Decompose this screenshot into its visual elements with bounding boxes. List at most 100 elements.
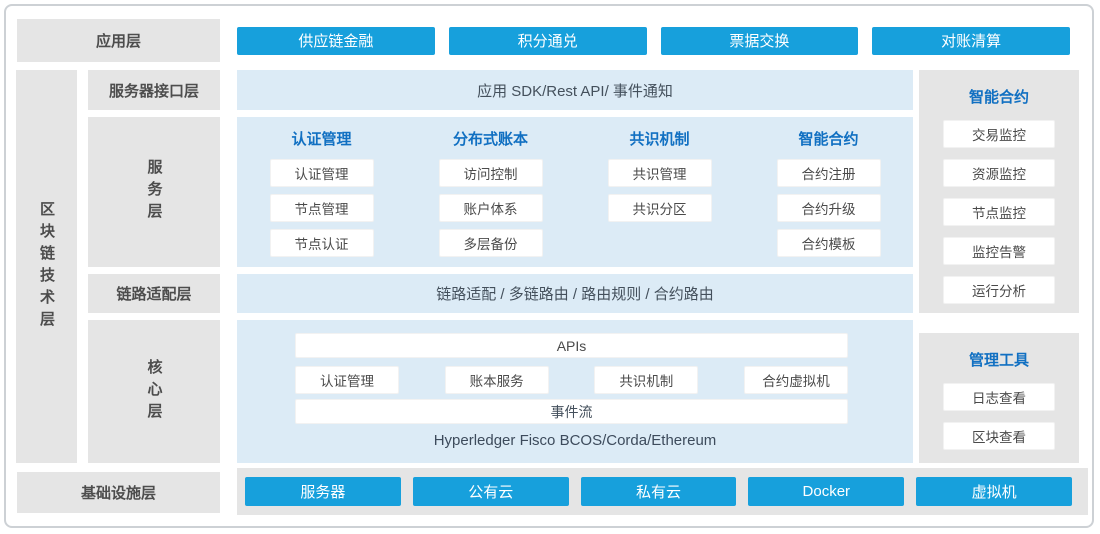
application-item-label: 票据交换 bbox=[729, 30, 789, 51]
service-item-label: 账户体系 bbox=[464, 198, 518, 218]
service-column-consensus: 共识机制 共识管理共识分区 bbox=[575, 117, 744, 267]
infrastructure-item: 私有云 bbox=[581, 477, 737, 506]
layer-label-server-interface: 服务器接口层 bbox=[88, 70, 220, 110]
application-item: 票据交换 bbox=[661, 27, 859, 55]
service-item: 节点管理 bbox=[270, 194, 374, 222]
layer-label-service-text: 服务层 bbox=[144, 159, 165, 225]
core-module-label: 共识机制 bbox=[619, 370, 673, 390]
service-item-label: 认证管理 bbox=[295, 163, 349, 183]
service-layer-box: 认证管理 认证管理节点管理节点认证 分布式账本 访问控制账户体系多层备份 共识机… bbox=[237, 117, 913, 267]
core-module-label: 认证管理 bbox=[320, 370, 374, 390]
infrastructure-item-label: 虚拟机 bbox=[972, 481, 1017, 502]
core-modules: 认证管理 账本服务 共识机制 合约虚拟机 bbox=[295, 366, 848, 392]
layer-label-infrastructure: 基础设施层 bbox=[17, 472, 220, 513]
panel-item-label: 监控告警 bbox=[972, 241, 1026, 261]
layer-label-core: 核心层 bbox=[88, 320, 220, 463]
panel-management-tools-items: 日志查看区块查看 bbox=[943, 383, 1055, 450]
layer-label-application-text: 应用层 bbox=[96, 30, 141, 51]
link-adaptation-bar: 链路适配 / 多链路由 / 路由规则 / 合约路由 bbox=[237, 274, 913, 313]
service-item-label: 访问控制 bbox=[464, 163, 518, 183]
application-item: 对账清算 bbox=[872, 27, 1070, 55]
application-item-label: 供应链金融 bbox=[298, 30, 373, 51]
service-column-auth-items: 认证管理节点管理节点认证 bbox=[270, 159, 374, 257]
layer-label-server-interface-text: 服务器接口层 bbox=[109, 80, 199, 101]
core-module: 合约虚拟机 bbox=[744, 366, 848, 394]
application-item: 积分通兑 bbox=[449, 27, 647, 55]
service-column-ledger: 分布式账本 访问控制账户体系多层备份 bbox=[406, 117, 575, 267]
service-column-auth-title: 认证管理 bbox=[291, 130, 351, 150]
panel-item: 监控告警 bbox=[943, 237, 1055, 265]
panel-item: 交易监控 bbox=[943, 120, 1055, 148]
panel-item-label: 日志查看 bbox=[972, 387, 1026, 407]
service-column-ledger-title: 分布式账本 bbox=[453, 130, 528, 150]
service-column-ledger-items: 访问控制账户体系多层备份 bbox=[439, 159, 543, 257]
panel-smart-contract: 智能合约 交易监控资源监控节点监控监控告警运行分析 bbox=[919, 70, 1079, 313]
apis-bar: APIs bbox=[295, 333, 848, 358]
core-module: 认证管理 bbox=[295, 366, 399, 394]
service-item: 共识分区 bbox=[608, 194, 712, 222]
service-item-label: 共识分区 bbox=[633, 198, 687, 218]
panel-smart-contract-items: 交易监控资源监控节点监控监控告警运行分析 bbox=[943, 120, 1055, 304]
apis-bar-text: APIs bbox=[557, 338, 587, 354]
infrastructure-items: 服务器 公有云 私有云 Docker 虚拟机 bbox=[237, 468, 1088, 515]
panel-item-label: 资源监控 bbox=[972, 163, 1026, 183]
application-item: 供应链金融 bbox=[237, 27, 435, 55]
panel-item: 日志查看 bbox=[943, 383, 1055, 411]
service-item: 访问控制 bbox=[439, 159, 543, 187]
core-module-label: 合约虚拟机 bbox=[762, 370, 830, 390]
event-stream-bar-text: 事件流 bbox=[551, 402, 593, 422]
application-items: 供应链金融 积分通兑 票据交换 对账清算 bbox=[237, 19, 1070, 62]
application-item-label: 对账清算 bbox=[941, 30, 1001, 51]
service-item: 账户体系 bbox=[439, 194, 543, 222]
service-item-label: 共识管理 bbox=[633, 163, 687, 183]
service-item: 合约模板 bbox=[777, 229, 881, 257]
service-column-smart-contract-title: 智能合约 bbox=[798, 130, 858, 150]
layer-label-blockchain-tech: 区块链技术层 bbox=[16, 70, 77, 463]
layer-label-service: 服务层 bbox=[88, 117, 220, 267]
service-column-auth: 认证管理 认证管理节点管理节点认证 bbox=[237, 117, 406, 267]
layer-label-link-adaptation: 链路适配层 bbox=[88, 274, 220, 313]
panel-item-label: 节点监控 bbox=[972, 202, 1026, 222]
infrastructure-item-label: 服务器 bbox=[300, 481, 345, 502]
service-item-label: 多层备份 bbox=[464, 233, 518, 253]
panel-item: 区块查看 bbox=[943, 422, 1055, 450]
service-item-label: 节点管理 bbox=[295, 198, 349, 218]
layer-label-infrastructure-text: 基础设施层 bbox=[81, 482, 156, 503]
service-item: 认证管理 bbox=[270, 159, 374, 187]
application-item-label: 积分通兑 bbox=[518, 30, 578, 51]
infrastructure-item-label: Docker bbox=[803, 483, 851, 500]
service-item: 多层备份 bbox=[439, 229, 543, 257]
service-column-smart-contract: 智能合约 合约注册合约升级合约模板 bbox=[744, 117, 913, 267]
panel-management-tools: 管理工具 日志查看区块查看 bbox=[919, 333, 1079, 463]
service-column-consensus-items: 共识管理共识分区 bbox=[608, 159, 712, 222]
core-layer-box: APIs 认证管理 账本服务 共识机制 合约虚拟机 事件流 Hyperledger F… bbox=[237, 320, 913, 463]
panel-item-label: 交易监控 bbox=[972, 124, 1026, 144]
service-item: 共识管理 bbox=[608, 159, 712, 187]
infrastructure-item-label: 私有云 bbox=[636, 481, 681, 502]
panel-smart-contract-title: 智能合约 bbox=[969, 86, 1029, 107]
panel-management-tools-title: 管理工具 bbox=[969, 349, 1029, 370]
panel-item: 运行分析 bbox=[943, 276, 1055, 304]
infrastructure-item: Docker bbox=[748, 477, 904, 506]
service-item-label: 节点认证 bbox=[295, 233, 349, 253]
panel-item-label: 区块查看 bbox=[972, 426, 1026, 446]
service-item-label: 合约注册 bbox=[802, 163, 856, 183]
service-column-smart-contract-items: 合约注册合约升级合约模板 bbox=[777, 159, 881, 257]
infrastructure-item: 公有云 bbox=[413, 477, 569, 506]
service-column-consensus-title: 共识机制 bbox=[629, 130, 689, 150]
service-item: 节点认证 bbox=[270, 229, 374, 257]
service-item-label: 合约模板 bbox=[802, 233, 856, 253]
platforms-text: Hyperledger Fisco BCOS/Corda/Ethereum bbox=[237, 432, 913, 449]
infrastructure-item-label: 公有云 bbox=[468, 481, 513, 502]
sdk-api-bar: 应用 SDK/Rest API/ 事件通知 bbox=[237, 70, 913, 110]
core-module-label: 账本服务 bbox=[470, 370, 524, 390]
infrastructure-item: 虚拟机 bbox=[916, 477, 1072, 506]
service-item: 合约注册 bbox=[777, 159, 881, 187]
service-item-label: 合约升级 bbox=[802, 198, 856, 218]
event-stream-bar: 事件流 bbox=[295, 399, 848, 424]
panel-item: 资源监控 bbox=[943, 159, 1055, 187]
panel-item-label: 运行分析 bbox=[972, 280, 1026, 300]
core-module: 账本服务 bbox=[445, 366, 549, 394]
panel-item: 节点监控 bbox=[943, 198, 1055, 226]
service-item: 合约升级 bbox=[777, 194, 881, 222]
